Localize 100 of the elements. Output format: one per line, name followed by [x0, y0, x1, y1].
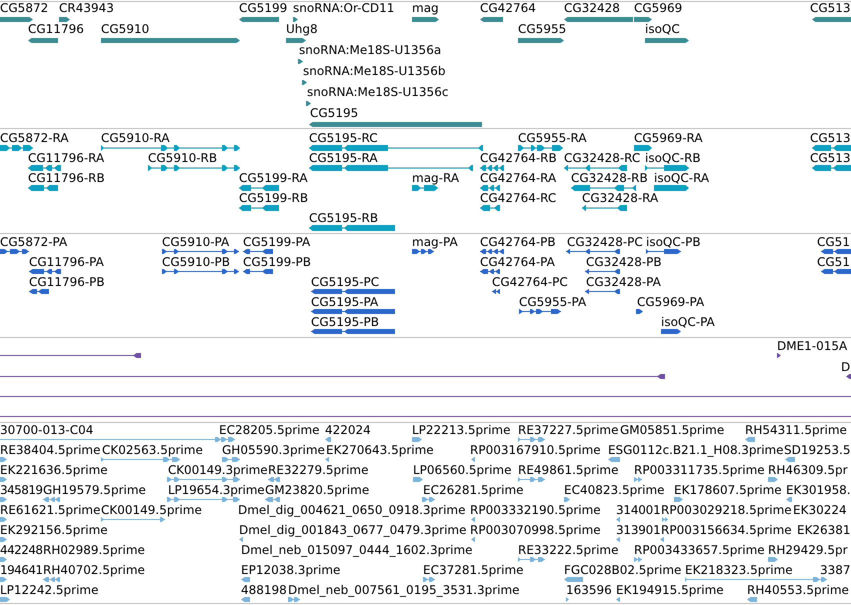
est-label: RE37227.5prime — [518, 424, 618, 436]
protein-label: CG11796-PA — [29, 256, 104, 268]
est-label: EC26281.5prime — [423, 484, 524, 496]
protein-label: isoQC-PB — [646, 236, 701, 248]
est-label: RP003070998.5prime — [470, 524, 601, 536]
transcript-label: isoQC-RB — [645, 152, 701, 164]
est-label: 442248 — [0, 544, 42, 556]
transcript-label: mag-RA — [412, 172, 460, 184]
est-label: RE61621.5prime — [0, 504, 100, 516]
transcript-label: CG32428-RB — [571, 172, 648, 184]
protein-label: CG42764-PB — [480, 236, 556, 248]
est-label: EK178607.5prime — [674, 484, 782, 496]
est-label: EK30224 — [793, 504, 847, 516]
est-label: RH54311.5prime — [745, 424, 847, 436]
est-label: GH19579.5prime — [43, 484, 146, 496]
est-label: GH05590.3prime — [222, 444, 325, 456]
protein-label: CG5199-PB — [243, 256, 312, 268]
protein-label: CG5910-PB — [162, 256, 230, 268]
gene-label: snoRNA:Me18S-U1356c — [307, 86, 448, 98]
transcript-label: CG32428-RA — [582, 192, 658, 204]
est-label: EK301958. — [786, 484, 850, 496]
alignment-label: D — [841, 360, 850, 373]
est-label: ESG0112c.B21.1_H08.3prime — [608, 444, 784, 456]
gene-label: CG42764 — [480, 2, 536, 14]
est-label: LP19654.3prime — [168, 484, 264, 496]
protein-label: CG42764-PC — [492, 276, 568, 288]
est-label: GM23820.5prime — [265, 484, 370, 496]
transcript-label: CG5199-RB — [239, 192, 308, 204]
gene-label: CG5199 — [239, 2, 288, 14]
est-label: EK218323.5prime — [685, 564, 793, 576]
est-label: CK00149.3prime — [168, 464, 268, 476]
protein-label: CG11796-PB — [29, 276, 105, 288]
protein-label: CG32428-PB — [586, 256, 662, 268]
est-label: RE32279.5prime — [268, 464, 368, 476]
protein-label: mag-PA — [412, 236, 458, 248]
protein-label: CG5872-PA — [0, 236, 68, 248]
est-label: RH40553.5prime — [747, 584, 849, 596]
est-label: RE38404.5prime — [0, 444, 100, 456]
transcript-label: CG42764-RC — [480, 192, 556, 204]
protein-label: CG32428-PA — [586, 276, 661, 288]
gene-label: CG5955 — [518, 22, 566, 35]
est-label: SD19253.5 — [784, 444, 850, 456]
transcript-label: CG5910-RB — [148, 152, 218, 164]
gene-label: CG513 — [810, 2, 850, 14]
est-label: EK292156.5prime — [0, 524, 108, 536]
protein-label: CG32428-PC — [567, 236, 643, 248]
est-label: RP003029218.5prime — [661, 504, 792, 516]
est-label: CK02563.5prime — [102, 444, 203, 456]
est-label: EK194915.5prime — [616, 584, 724, 596]
protein-label: CG42764-PA — [480, 256, 555, 268]
transcript-label: CG513 — [810, 152, 850, 164]
gene-label: CG5910 — [101, 22, 150, 35]
est-label: RP003167910.5prime — [470, 444, 601, 456]
transcript-label: CG5910-RA — [101, 132, 170, 144]
est-label: RP003332190.5prime — [470, 504, 601, 516]
est-label: EC28205.5prime — [219, 424, 320, 436]
est-label: Dmel_dig_004621_0650_0918.3prime — [238, 504, 466, 516]
transcript-label: CG513 — [810, 132, 850, 144]
protein-label: CG5969-PA — [637, 296, 704, 308]
gene-label: CG5195 — [310, 106, 358, 118]
est-label: RH46309.5pr — [768, 464, 848, 476]
est-label: RH02989.5prime — [43, 544, 145, 556]
est-label: LP22213.5prime — [412, 424, 511, 436]
alignment-label: DME1-015A — [777, 340, 848, 352]
gene-label: mag — [412, 2, 439, 14]
protein-label: CG5195-PB — [311, 316, 380, 328]
gene-label: CG5872 — [0, 2, 48, 14]
est-label: CK00149.5prime — [101, 504, 202, 516]
transcript-label: CG5195-RC — [309, 132, 378, 144]
transcript-label: CG5969-RA — [634, 132, 703, 144]
transcript-label: CG5195-RA — [309, 152, 378, 164]
est-label: 30700-013-C04 — [0, 424, 94, 436]
est-label: LP12242.5prime — [0, 584, 99, 596]
transcript-label: CG5195-RB — [309, 212, 378, 224]
protein-label: CG5910-PA — [162, 236, 230, 248]
protein-label: CG5955-PA — [519, 296, 586, 308]
est-label: RE49861.5prime — [518, 464, 618, 476]
transcript-label: CG42764-RA — [480, 172, 556, 184]
gene-label: snoRNA:Or-CD11 — [293, 2, 394, 14]
est-label: GM05851.5prime — [620, 424, 724, 436]
est-label: 313901 — [616, 524, 660, 536]
est-label: LP06560.5prime — [413, 464, 512, 476]
est-label: 345819 — [0, 484, 42, 496]
protein-label: CG5195-PA — [311, 296, 378, 308]
est-label: Dmel_neb_007561_0195_3531.3prime — [288, 584, 520, 596]
est-label: 194641 — [0, 564, 42, 576]
protein-label: isoQC-PA — [661, 316, 715, 328]
est-label: EK270643.5prime — [326, 444, 434, 456]
est-label: FGC028B02.5prime — [564, 564, 682, 576]
est-label: RH40702.5prime — [43, 564, 145, 576]
est-label: RP003433657.5prime — [634, 544, 765, 556]
est-label: EK221636.5prime — [0, 464, 108, 476]
gene-label: Uhg8 — [286, 22, 318, 35]
gene-label: isoQC — [645, 22, 680, 35]
protein-label: CG5199-PA — [243, 236, 310, 248]
est-label: RP003311735.5prime — [634, 464, 765, 476]
protein-label: CG5195-PC — [311, 276, 380, 288]
transcript-label: isoQC-RA — [654, 172, 710, 184]
est-label: EK26381 — [797, 524, 851, 536]
est-label: 163596 — [566, 584, 612, 596]
